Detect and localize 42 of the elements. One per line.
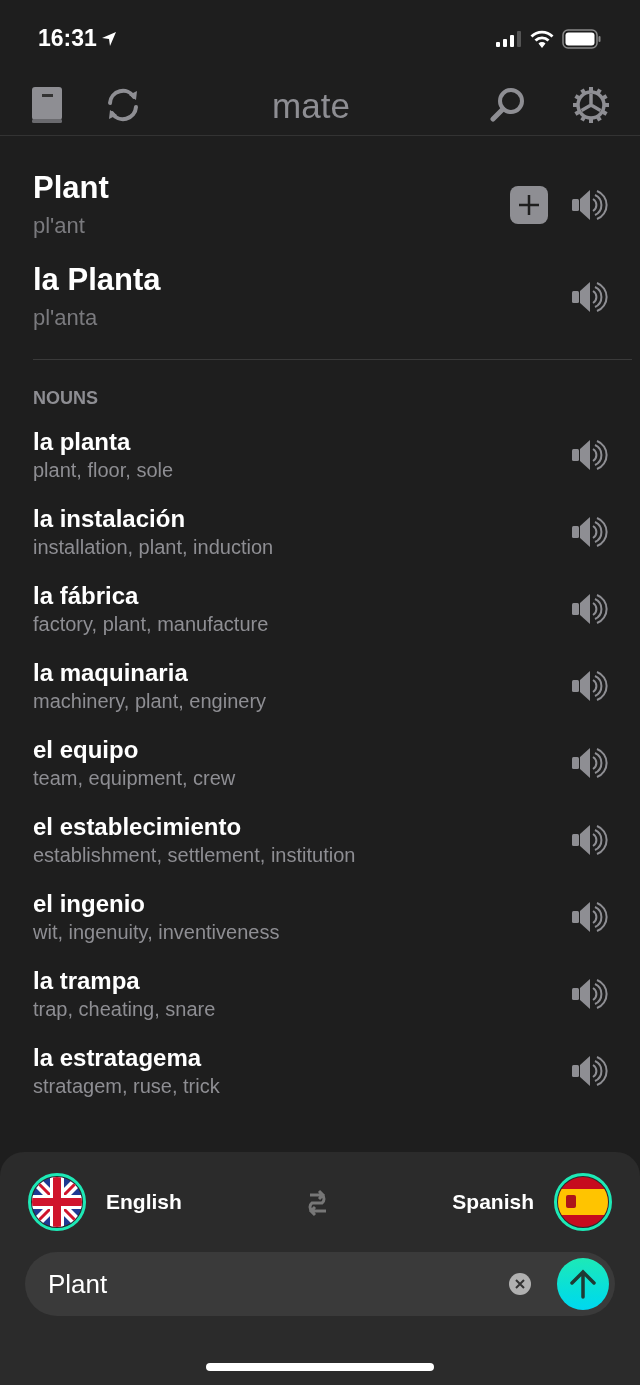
noun-meanings: wit, ingenuity, inventiveness	[33, 919, 281, 945]
battery-icon	[562, 28, 602, 49]
noun-word: la trampa	[33, 965, 141, 996]
headword: la Planta	[33, 261, 162, 299]
input-field[interactable]: Plant	[25, 1252, 615, 1316]
book-icon[interactable]	[30, 86, 64, 124]
noun-meanings: stratagem, ruse, trick	[33, 1073, 221, 1099]
noun-word: la instalación	[33, 503, 187, 534]
send-button[interactable]	[557, 1258, 609, 1310]
noun-word: el establecimiento	[33, 811, 243, 842]
status-time: 16:31	[38, 24, 97, 54]
source-language[interactable]: English	[106, 1186, 182, 1218]
settings-icon[interactable]	[572, 86, 610, 124]
noun-meanings: establishment, settlement, institution	[33, 842, 357, 868]
target-language[interactable]: Spanish	[452, 1186, 534, 1218]
noun-meanings: team, equipment, crew	[33, 765, 237, 791]
noun-word: la planta	[33, 426, 132, 457]
noun-meanings: machinery, plant, enginery	[33, 688, 268, 714]
plus-icon	[517, 193, 541, 217]
section-title: NOUNS	[33, 387, 99, 410]
location-arrow-icon	[100, 30, 117, 47]
noun-word: la estratagema	[33, 1042, 203, 1073]
transcription: pl'ant	[33, 212, 86, 240]
wifi-icon	[530, 29, 554, 48]
clear-icon[interactable]	[509, 1273, 531, 1295]
transcription: pl'anta	[33, 304, 99, 332]
noun-word: el equipo	[33, 734, 140, 765]
noun-meanings: factory, plant, manufacture	[33, 611, 270, 637]
uk-flag-icon[interactable]	[28, 1173, 86, 1231]
noun-word: la maquinaria	[33, 657, 189, 688]
noun-meanings: trap, cheating, snare	[33, 996, 217, 1022]
noun-word: el ingenio	[33, 888, 146, 919]
spain-flag-icon[interactable]	[554, 1173, 612, 1231]
signal-icon	[496, 30, 522, 47]
app-logo: mate	[272, 87, 350, 123]
noun-meanings: installation, plant, induction	[33, 534, 275, 560]
noun-word: la fábrica	[33, 580, 140, 611]
arrow-up-icon	[569, 1269, 597, 1299]
headword: Plant	[33, 169, 110, 207]
search-icon[interactable]	[490, 87, 526, 123]
noun-meanings: plant, floor, sole	[33, 457, 175, 483]
add-button[interactable]	[510, 186, 548, 224]
